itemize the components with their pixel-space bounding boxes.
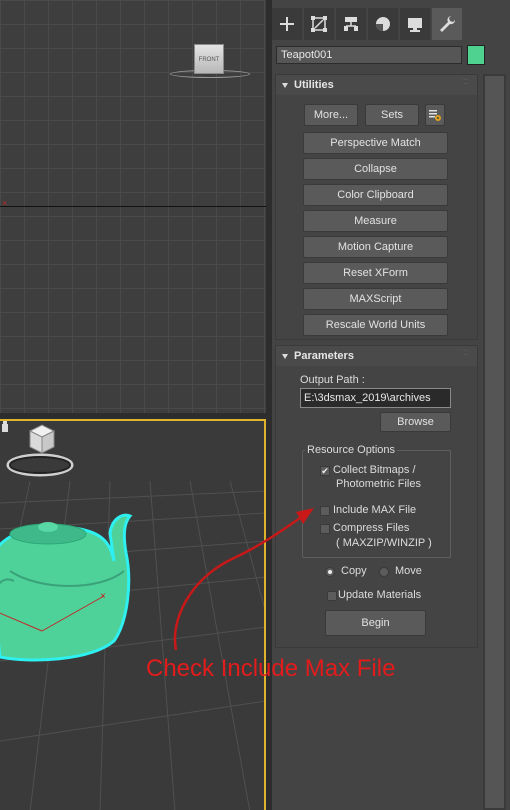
browse-button[interactable]: Browse — [380, 412, 451, 432]
collect-bitmaps-label-line1: Collect Bitmaps / — [333, 464, 416, 476]
svg-text:×: × — [100, 591, 106, 602]
axis-x-marker: × — [2, 198, 8, 208]
tab-create[interactable] — [272, 8, 302, 40]
tab-hierarchy[interactable] — [336, 8, 366, 40]
modify-icon — [311, 16, 327, 32]
collect-bitmaps-label-line2: Photometric Files — [336, 478, 421, 490]
compress-files-checkbox[interactable] — [320, 524, 330, 534]
parameters-rollout-header[interactable]: Parameters ⁚⁚ — [276, 346, 477, 366]
collapse-arrow-icon — [282, 82, 288, 88]
utility-button-collapse[interactable]: Collapse — [303, 158, 448, 180]
utilities-rollout: Utilities ⁚⁚ More... Sets Perspective Ma… — [275, 74, 478, 340]
utility-button-perspective-match[interactable]: Perspective Match — [303, 132, 448, 154]
hierarchy-icon — [344, 17, 358, 31]
output-path-label: Output Path : — [300, 374, 365, 386]
utility-button-rescale-world-units[interactable]: Rescale World Units — [303, 314, 448, 336]
update-materials-label: Update Materials — [338, 589, 422, 601]
parameters-rollout: Parameters ⁚⁚ Output Path : E:\3dsmax_20… — [275, 345, 478, 648]
create-plus-icon — [280, 17, 294, 31]
include-max-file-label: Include MAX File — [333, 504, 417, 516]
begin-button[interactable]: Begin — [325, 610, 426, 636]
collect-bitmaps-checkbox[interactable]: ✔ — [320, 466, 330, 476]
command-panel-tabs — [272, 8, 510, 40]
configure-button-sets[interactable] — [425, 104, 445, 126]
sets-button[interactable]: Sets — [365, 104, 419, 126]
world-x-axis — [0, 206, 266, 207]
front-viewport[interactable]: × FRONT — [0, 0, 266, 413]
tab-display[interactable] — [400, 8, 430, 40]
utilities-rollout-title: Utilities — [294, 79, 334, 91]
drag-grip-icon[interactable]: ⁚⁚ — [463, 350, 469, 360]
move-radio-label: Move — [395, 565, 422, 577]
viewcube[interactable] — [0, 421, 80, 481]
scrollbar-thumb[interactable] — [485, 76, 504, 808]
perspective-viewport[interactable]: × — [0, 419, 266, 810]
utilities-rollout-header[interactable]: Utilities ⁚⁚ — [276, 75, 477, 95]
move-radio[interactable] — [379, 567, 389, 577]
wrench-icon — [440, 16, 456, 32]
annotation-text: Check Include Max File — [146, 655, 396, 682]
command-panel-scrollbar[interactable] — [483, 74, 506, 810]
tab-utilities[interactable] — [432, 8, 462, 40]
drag-grip-icon[interactable]: ⁚⁚ — [463, 79, 469, 89]
utility-button-maxscript[interactable]: MAXScript — [303, 288, 448, 310]
compress-files-label-line2: ( MAXZIP/WINZIP ) — [336, 537, 432, 549]
teapot[interactable] — [0, 513, 133, 662]
command-panel: Teapot001 Utilities ⁚⁚ More... Sets Pers… — [272, 0, 510, 810]
utility-button-color-clipboard[interactable]: Color Clipboard — [303, 184, 448, 206]
utility-button-measure[interactable]: Measure — [303, 210, 448, 232]
configure-sets-icon — [429, 110, 441, 121]
collapse-arrow-icon — [282, 353, 288, 359]
update-materials-checkbox[interactable] — [327, 591, 337, 601]
tab-motion[interactable] — [368, 8, 398, 40]
more-button[interactable]: More... — [304, 104, 358, 126]
utility-button-motion-capture[interactable]: Motion Capture — [303, 236, 448, 258]
object-name-field[interactable]: Teapot001 — [276, 46, 462, 64]
output-path-field[interactable]: E:\3dsmax_2019\archives — [300, 388, 451, 408]
tab-modify[interactable] — [304, 8, 334, 40]
motion-icon — [376, 17, 390, 31]
copy-radio[interactable] — [325, 567, 335, 577]
utility-button-reset-xform[interactable]: Reset XForm — [303, 262, 448, 284]
copy-radio-label: Copy — [341, 565, 367, 577]
compress-files-label-line1: Compress Files — [333, 522, 410, 534]
include-max-file-checkbox[interactable] — [320, 506, 330, 516]
resource-options-label: Resource Options — [305, 444, 398, 456]
viewcube-front-face[interactable]: FRONT — [194, 44, 224, 74]
object-color-swatch[interactable] — [467, 45, 485, 65]
display-icon — [408, 18, 422, 32]
parameters-rollout-title: Parameters — [294, 350, 354, 362]
